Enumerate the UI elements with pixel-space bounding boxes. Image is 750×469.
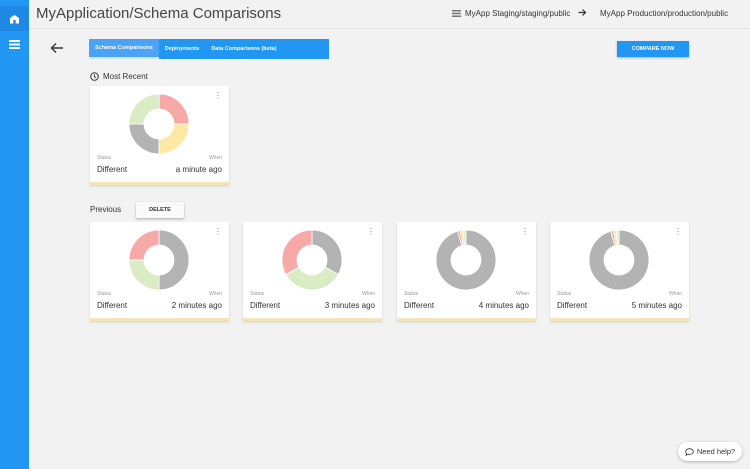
when-label: When <box>668 291 682 297</box>
comparison-card[interactable]: ⋮ Status When Different 4 minutes ago <box>397 222 536 321</box>
source-connection[interactable]: MyApp Staging/staging/public <box>452 9 570 18</box>
comparison-card-recent[interactable]: ⋮ Status When Different a minute ago <box>90 86 229 185</box>
tab-schema-comparisons[interactable]: Schema Comparisons <box>89 39 159 59</box>
status-label: Status <box>97 291 112 297</box>
list-icon <box>9 40 20 49</box>
previous-label: Previous <box>90 205 122 214</box>
compare-now-button[interactable]: COMPARE NOW <box>617 41 689 57</box>
difference-donut-chart <box>589 230 649 290</box>
back-arrow-icon[interactable] <box>50 42 64 54</box>
when-value: 2 minutes ago <box>171 301 222 310</box>
when-label: When <box>208 291 222 297</box>
donut-slice-grey <box>311 230 342 275</box>
tab-deployments[interactable]: Deployments <box>159 39 206 59</box>
donut-slice-grey <box>158 230 189 290</box>
donut-slice-yellow <box>158 123 189 154</box>
page-title: MyApplication/Schema Comparisons <box>36 5 282 22</box>
comparison-card[interactable]: ⋮ Status When Different 2 minutes ago <box>90 222 229 321</box>
when-value: a minute ago <box>175 165 222 174</box>
when-value: 5 minutes ago <box>631 301 682 310</box>
clock-icon <box>90 72 99 81</box>
tab-bar: Schema Comparisons Deployments Data Comp… <box>89 39 329 59</box>
comparison-card[interactable]: ⋮ Status When Different 3 minutes ago <box>243 222 382 321</box>
chat-bubble-icon <box>685 447 694 456</box>
rail-menu-button[interactable] <box>0 32 29 57</box>
status-label: Status <box>557 291 572 297</box>
donut-slice-red <box>282 230 313 275</box>
donut-slice-red <box>158 94 189 125</box>
difference-donut-chart <box>282 230 342 290</box>
status-value: Different <box>557 301 588 310</box>
status-label: Status <box>250 291 265 297</box>
comparison-card[interactable]: ⋮ Status When Different 5 minutes ago <box>550 222 689 321</box>
status-label: Status <box>97 155 112 161</box>
need-help-label: Need help? <box>696 447 736 456</box>
donut-slice-green <box>129 94 160 125</box>
left-rail <box>0 0 29 469</box>
more-options-icon[interactable]: ⋮ <box>367 228 375 236</box>
difference-donut-chart <box>436 230 496 290</box>
status-label: Status <box>404 291 419 297</box>
donut-slice-green <box>285 266 339 290</box>
target-connection[interactable]: MyApp Production/production/public <box>580 9 728 18</box>
status-value: Different <box>250 301 281 310</box>
donut-slice-red <box>129 230 160 261</box>
delete-button[interactable]: DELETE <box>136 202 184 218</box>
when-label: When <box>208 155 222 161</box>
tab-data-comparisons[interactable]: Data Comparisons (beta) <box>205 39 282 59</box>
database-icon <box>452 10 461 17</box>
when-label: When <box>361 291 375 297</box>
target-connection-label: MyApp Production/production/public <box>600 9 729 18</box>
status-value: Different <box>97 165 128 174</box>
home-icon <box>10 14 19 23</box>
more-options-icon[interactable]: ⋮ <box>674 228 682 236</box>
more-options-icon[interactable]: ⋮ <box>214 92 222 100</box>
more-options-icon[interactable]: ⋮ <box>214 228 222 236</box>
difference-donut-chart <box>129 230 189 290</box>
when-value: 4 minutes ago <box>478 301 529 310</box>
when-value: 3 minutes ago <box>324 301 375 310</box>
donut-slice-grey <box>129 123 160 154</box>
source-connection-label: MyApp Staging/staging/public <box>465 9 571 18</box>
more-options-icon[interactable]: ⋮ <box>521 228 529 236</box>
when-label: When <box>515 291 529 297</box>
most-recent-heading: Most Recent <box>90 72 148 81</box>
status-value: Different <box>404 301 435 310</box>
difference-donut-chart <box>129 94 189 154</box>
need-help-button[interactable]: Need help? <box>678 442 742 461</box>
rail-home-button[interactable] <box>0 6 29 31</box>
status-value: Different <box>97 301 128 310</box>
most-recent-label: Most Recent <box>103 72 148 81</box>
previous-heading: Previous <box>90 205 121 214</box>
donut-slice-green <box>129 259 160 290</box>
